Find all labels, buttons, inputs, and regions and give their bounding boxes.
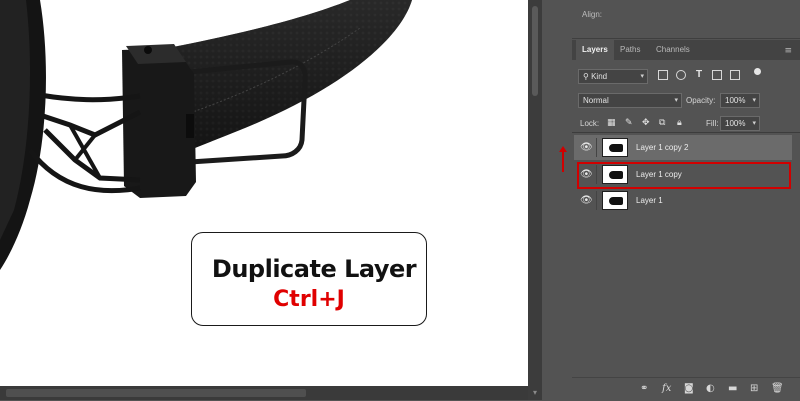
lock-transparent-icon[interactable]: ▦ [607,118,616,128]
smart-object-filter-icon[interactable] [730,70,740,80]
link-layers-icon[interactable]: ⚭ [640,383,648,394]
chevron-down-icon: ▾ [674,96,678,104]
callout-title: Duplicate Layer [211,255,417,283]
chevron-down-icon: ▾ [752,96,756,104]
layer-name[interactable]: Layer 1 [636,196,663,205]
scrollbar-thumb[interactable] [6,389,306,397]
shortcut-callout: Duplicate Layer Ctrl+J [191,232,427,326]
panel-gutter [542,0,572,400]
fill-label: Fill: [706,119,719,128]
document-canvas[interactable] [0,0,528,386]
opacity-value: 100% [725,96,746,105]
headphone-image [0,0,412,270]
filter-toggle-icon[interactable] [754,68,761,75]
blend-mode-select[interactable]: Normal ▾ [578,93,682,108]
new-layer-icon[interactable]: ⊞ [750,383,758,394]
eye-icon[interactable]: 👁︎ [580,195,593,206]
move-up-arrow-icon [559,146,567,172]
shape-filter-icon[interactable] [712,70,722,80]
chevron-down-icon: ▾ [640,72,644,80]
tab-paths[interactable]: Paths [614,40,646,60]
adjustment-filter-icon[interactable] [676,70,686,80]
align-label: Align: [582,10,603,19]
layer-row[interactable]: 👁︎ Layer 1 [574,188,792,213]
callout-shortcut: Ctrl+J [273,287,345,312]
canvas-horizontal-scrollbar[interactable] [0,386,528,400]
layers-panel: Align: Layers Paths Channels ≡ ⚲ Kind ▾ … [572,0,800,401]
eye-icon[interactable]: 👁︎ [580,142,593,153]
kind-filter-select[interactable]: ⚲ Kind ▾ [578,69,648,84]
fill-field[interactable]: 100% ▾ [720,116,760,131]
delete-icon[interactable]: 🗑︎ [771,383,784,394]
chevron-down-icon: ▾ [752,119,756,127]
layer-thumbnail [602,138,628,157]
kind-filter-value: Kind [591,72,608,81]
opacity-field[interactable]: 100% ▾ [720,93,760,108]
row-divider [596,191,597,210]
lock-image-icon[interactable]: ✎ [625,118,633,128]
pixel-filter-icon[interactable] [658,70,668,80]
canvas-vertical-scrollbar[interactable]: ▾ [528,0,542,400]
fill-value: 100% [725,119,746,128]
lock-artboard-icon[interactable]: ⧉ [659,118,665,128]
panel-divider [572,38,800,39]
search-icon: ⚲ [583,72,589,81]
layers-bottom-toolbar: ⚭ fx ◙ ◐ ▬ ⊞ 🗑︎ [572,377,800,401]
opacity-label: Opacity: [686,96,716,105]
new-group-icon[interactable]: ▬ [728,383,737,394]
tab-layers[interactable]: Layers [576,40,614,60]
tab-channels[interactable]: Channels [650,40,696,60]
panel-divider [572,132,800,133]
lock-position-icon[interactable]: ✥ [642,118,650,128]
row-divider [596,138,597,157]
layer-thumbnail [602,191,628,210]
lock-all-icon[interactable]: 🔒︎ [677,118,682,128]
hamburger-menu-icon[interactable]: ≡ [784,46,792,56]
layer-name[interactable]: Layer 1 copy 2 [636,143,688,152]
fx-icon[interactable]: fx [662,383,671,394]
panel-tabs: Layers Paths Channels ≡ [572,40,800,60]
blend-mode-value: Normal [583,96,609,105]
highlight-box [577,162,791,189]
adjustment-layer-icon[interactable]: ◐ [706,383,715,394]
type-filter-icon[interactable]: T [694,70,704,80]
scroll-down-arrow-icon[interactable]: ▾ [530,388,540,398]
add-mask-icon[interactable]: ◙ [684,383,694,394]
layer-row[interactable]: 👁︎ Layer 1 copy 2 [574,135,792,160]
lock-label: Lock: [580,119,600,128]
scrollbar-thumb[interactable] [532,6,538,96]
